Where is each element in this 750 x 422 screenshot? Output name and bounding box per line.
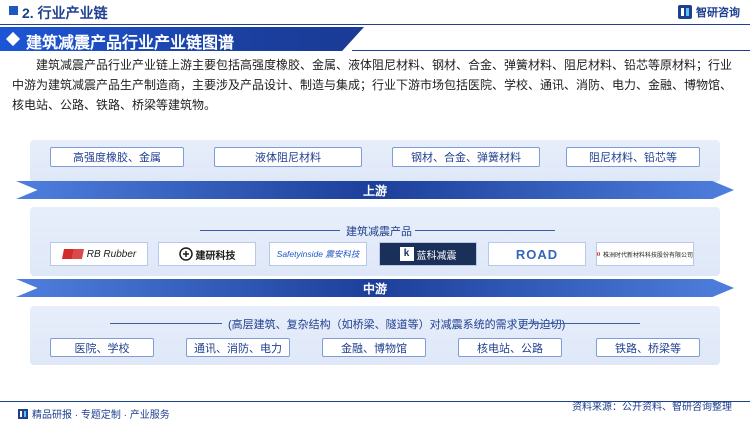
page-title: 建筑减震产品行业产业链图谱: [26, 35, 235, 52]
brand-logo-icon: [678, 5, 692, 19]
logo-text: 蓝科减震: [416, 250, 457, 262]
upstream-item: 钢材、合金、弹簧材料: [392, 147, 540, 167]
upstream-item: 液体阻尼材料: [214, 147, 362, 167]
title-banner: 建筑减震产品行业产业链图谱: [0, 27, 364, 51]
brand: 智研咨询: [678, 4, 740, 20]
footer-left-text: 精品研报 · 专题定制 · 产业服务: [32, 410, 170, 421]
midstream-label: 中游: [362, 282, 387, 296]
downstream-item: 医院、学校: [50, 338, 154, 357]
upstream-band: 高强度橡胶、金属 液体阻尼材料 钢材、合金、弹簧材料 阻尼材料、铅芯等: [30, 140, 720, 182]
logo-text: ROAD: [515, 246, 559, 262]
footer-slogan: 精品研报 · 专题定制 · 产业服务: [18, 406, 170, 421]
downstream-item: 通讯、消防、电力: [186, 338, 290, 357]
divider-line: [110, 323, 222, 324]
logo-text: 株洲时代新材料科技股份有限公司: [602, 252, 693, 259]
downstream-title: (高层建筑、复杂结构（如桥梁、隧道等）对减震系统的需求更为迫切): [228, 319, 566, 331]
lanke-logo-icon: k: [399, 247, 414, 261]
downstream-item: 铁路、桥梁等: [596, 338, 700, 357]
logo-text: Safetyinside 震安科技: [276, 249, 360, 259]
upstream-arrow: 上游: [16, 181, 734, 199]
upstream-label: 上游: [362, 184, 387, 198]
section-title: 2. 行业产业链: [22, 5, 108, 21]
upstream-item: 阻尼材料、铅芯等: [566, 147, 700, 167]
jianyan-logo-icon: [178, 247, 193, 261]
intro-paragraph: 建筑减震产品行业产业链上游主要包括高强度橡胶、金属、液体阻尼材料、钢材、合金、弹…: [12, 58, 733, 112]
times-new-material-logo-icon: [597, 252, 600, 256]
upstream-item: 高强度橡胶、金属: [50, 147, 184, 167]
midstream-title: 建筑减震产品: [346, 226, 412, 238]
divider-line: [528, 323, 640, 324]
logo-text: 建研科技: [195, 250, 236, 262]
diamond-icon: [5, 31, 21, 47]
top-bar: 2. 行业产业链 智研咨询: [0, 0, 750, 24]
company-logo-zhenan: Safetyinside 震安科技: [269, 242, 367, 266]
divider-line: [415, 230, 555, 231]
header-divider: [0, 24, 750, 25]
downstream-item: 核电站、公路: [458, 338, 562, 357]
brand-small-icon: [18, 408, 28, 419]
banner-divider: [352, 50, 750, 51]
midstream-arrow: 中游: [16, 279, 734, 297]
company-logo-lanke: k 蓝科减震: [379, 242, 477, 266]
company-logo-rb-rubber: RB Rubber: [50, 242, 148, 266]
logo-text: RB Rubber: [86, 248, 137, 260]
source-note: 资料来源：公开资料、智研咨询整理: [572, 402, 732, 413]
company-logo-road: ROAD: [488, 242, 586, 266]
downstream-item: 金融、博物馆: [322, 338, 426, 357]
brand-name: 智研咨询: [696, 7, 740, 19]
section-marker-icon: [9, 6, 18, 15]
rb-rubber-logo-icon: [61, 249, 84, 259]
company-logo-times: 株洲时代新材料科技股份有限公司: [596, 242, 694, 266]
divider-line: [200, 230, 340, 231]
company-logo-jianyan: 建研科技: [158, 242, 256, 266]
